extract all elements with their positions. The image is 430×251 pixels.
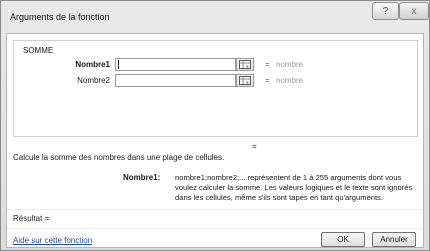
arg1-equals: = [265, 60, 270, 69]
dialog-body: SOMME Nombre1 = nombre Nombre2 = nombre … [6, 33, 424, 248]
arg2-range-select-button[interactable] [236, 74, 254, 87]
dialog-window: Arguments de la fonction ? x SOMME Nombr… [0, 0, 430, 251]
help-link[interactable]: Aide sur cette fonction [13, 236, 92, 245]
arguments-group: SOMME Nombre1 = nombre Nombre2 = nombre [13, 40, 418, 137]
arg1-value-hint: nombre [276, 60, 304, 69]
text-caret [118, 60, 119, 69]
arg-help-label: Nombre1: [123, 173, 161, 182]
dialog-title: Arguments de la fonction [10, 12, 110, 22]
arg1-input[interactable] [115, 58, 236, 71]
title-bar[interactable]: Arguments de la fonction ? x [1, 1, 429, 31]
formula-result-equals: = [252, 142, 257, 151]
close-icon: x [411, 5, 417, 17]
ok-button[interactable]: OK [321, 232, 365, 247]
arg-help-line: nombre1;nombre2;... représentent de 1 à … [175, 173, 402, 182]
cancel-button[interactable]: Annuler [372, 232, 416, 247]
arg2-label: Nombre2 [77, 76, 110, 85]
collapse-dialog-icon [239, 76, 251, 85]
arg-help-line: voulez calculer la somme. Les valeurs lo… [175, 183, 413, 192]
arg-help-line: dans les cellules, même s'ils sont tapés… [175, 193, 384, 202]
help-button[interactable]: ? [372, 2, 399, 20]
close-button[interactable]: x [399, 2, 429, 20]
divider [7, 209, 423, 210]
arg2-equals: = [265, 76, 270, 85]
arg1-label: Nombre1 [75, 60, 110, 69]
collapse-dialog-icon [239, 60, 251, 69]
arg-help-text: nombre1;nombre2;... représentent de 1 à … [175, 173, 423, 203]
arg1-range-select-button[interactable] [236, 58, 254, 71]
divider [7, 228, 423, 229]
help-icon: ? [382, 5, 389, 17]
arg2-value-hint: nombre [276, 76, 304, 85]
function-description: Calcule la somme des nombres dans une pl… [13, 153, 225, 162]
function-name: SOMME [23, 46, 54, 55]
result-label: Résultat = [13, 214, 50, 223]
arg2-input[interactable] [115, 74, 236, 87]
